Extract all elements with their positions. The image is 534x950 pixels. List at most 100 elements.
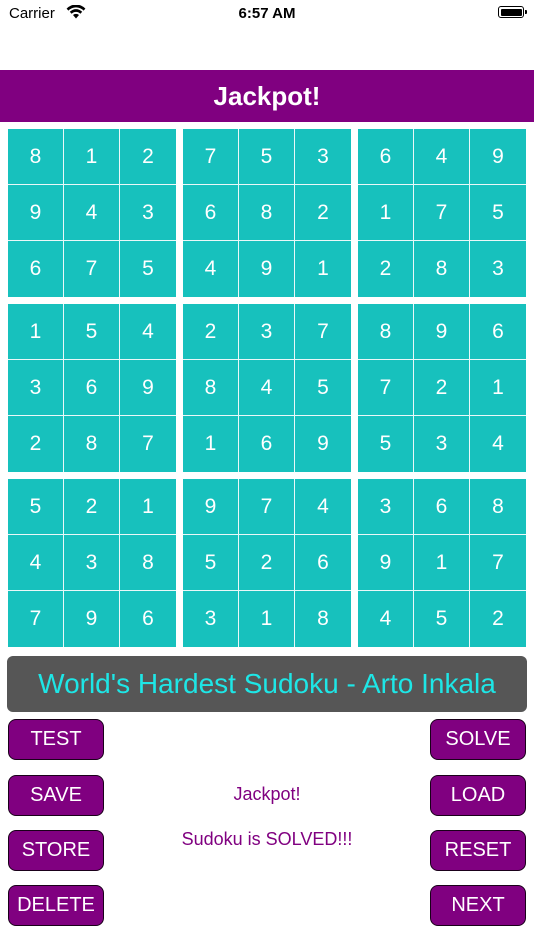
sudoku-cell[interactable]: 4 — [120, 304, 176, 360]
sudoku-cell[interactable]: 9 — [358, 535, 414, 591]
sudoku-cell[interactable]: 8 — [183, 360, 239, 416]
page-title: Jackpot! — [0, 70, 534, 122]
sudoku-cell[interactable]: 1 — [8, 304, 64, 360]
sudoku-cell[interactable]: 5 — [470, 185, 526, 241]
save-button[interactable]: SAVE — [8, 775, 104, 816]
sudoku-cell[interactable]: 4 — [8, 535, 64, 591]
sudoku-cell[interactable]: 7 — [358, 360, 414, 416]
sudoku-cell[interactable]: 8 — [64, 416, 120, 472]
status-message: Sudoku is SOLVED!!! — [181, 829, 353, 849]
sudoku-cell[interactable]: 4 — [358, 591, 414, 647]
sudoku-cell[interactable]: 9 — [239, 241, 295, 297]
sudoku-cell[interactable]: 8 — [358, 304, 414, 360]
test-button[interactable]: TEST — [8, 719, 104, 760]
clock: 6:57 AM — [238, 5, 296, 22]
sudoku-cell[interactable]: 4 — [295, 479, 351, 535]
sudoku-cell[interactable]: 9 — [8, 185, 64, 241]
sudoku-block: 812943675 — [8, 129, 176, 297]
sudoku-cell[interactable]: 1 — [295, 241, 351, 297]
sudoku-cell[interactable]: 5 — [64, 304, 120, 360]
sudoku-cell[interactable]: 2 — [8, 416, 64, 472]
sudoku-cell[interactable]: 2 — [470, 591, 526, 647]
delete-button[interactable]: DELETE — [8, 885, 104, 926]
sudoku-cell[interactable]: 6 — [183, 185, 239, 241]
sudoku-cell[interactable]: 2 — [295, 185, 351, 241]
sudoku-cell[interactable]: 2 — [120, 129, 176, 185]
sudoku-block: 974526318 — [183, 479, 351, 647]
sudoku-cell[interactable]: 9 — [120, 360, 176, 416]
reset-button[interactable]: RESET — [430, 830, 526, 871]
solve-button[interactable]: SOLVE — [430, 719, 526, 760]
sudoku-cell[interactable]: 7 — [470, 535, 526, 591]
sudoku-cell[interactable]: 6 — [120, 591, 176, 647]
sudoku-cell[interactable]: 1 — [120, 479, 176, 535]
sudoku-cell[interactable]: 1 — [239, 591, 295, 647]
sudoku-cell[interactable]: 7 — [295, 304, 351, 360]
sudoku-cell[interactable]: 3 — [239, 304, 295, 360]
sudoku-cell[interactable]: 9 — [183, 479, 239, 535]
sudoku-cell[interactable]: 5 — [358, 416, 414, 472]
sudoku-cell[interactable]: 6 — [64, 360, 120, 416]
sudoku-cell[interactable]: 6 — [358, 129, 414, 185]
sudoku-cell[interactable]: 8 — [295, 591, 351, 647]
sudoku-cell[interactable]: 7 — [120, 416, 176, 472]
sudoku-cell[interactable]: 3 — [120, 185, 176, 241]
sudoku-cell[interactable]: 7 — [8, 591, 64, 647]
sudoku-cell[interactable]: 6 — [295, 535, 351, 591]
sudoku-cell[interactable]: 8 — [120, 535, 176, 591]
sudoku-block: 154369287 — [8, 304, 176, 472]
sudoku-cell[interactable]: 3 — [183, 591, 239, 647]
sudoku-cell[interactable]: 6 — [470, 304, 526, 360]
sudoku-cell[interactable]: 2 — [239, 535, 295, 591]
sudoku-cell[interactable]: 6 — [239, 416, 295, 472]
sudoku-block: 368917452 — [358, 479, 526, 647]
sudoku-cell[interactable]: 5 — [414, 591, 470, 647]
sudoku-cell[interactable]: 8 — [8, 129, 64, 185]
sudoku-cell[interactable]: 2 — [358, 241, 414, 297]
sudoku-cell[interactable]: 7 — [183, 129, 239, 185]
sudoku-cell[interactable]: 9 — [295, 416, 351, 472]
sudoku-cell[interactable]: 5 — [8, 479, 64, 535]
sudoku-block: 753682491 — [183, 129, 351, 297]
sudoku-cell[interactable]: 3 — [295, 129, 351, 185]
sudoku-cell[interactable]: 4 — [64, 185, 120, 241]
sudoku-cell[interactable]: 1 — [183, 416, 239, 472]
sudoku-cell[interactable]: 4 — [239, 360, 295, 416]
sudoku-cell[interactable]: 6 — [414, 479, 470, 535]
sudoku-cell[interactable]: 3 — [358, 479, 414, 535]
sudoku-cell[interactable]: 7 — [64, 241, 120, 297]
sudoku-cell[interactable]: 4 — [183, 241, 239, 297]
sudoku-cell[interactable]: 9 — [414, 304, 470, 360]
store-button[interactable]: STORE — [8, 830, 104, 871]
sudoku-cell[interactable]: 3 — [470, 241, 526, 297]
sudoku-cell[interactable]: 9 — [64, 591, 120, 647]
sudoku-cell[interactable]: 5 — [183, 535, 239, 591]
sudoku-cell[interactable]: 7 — [239, 479, 295, 535]
sudoku-cell[interactable]: 2 — [183, 304, 239, 360]
sudoku-board: 8129436757536824916491752831543692872378… — [8, 129, 526, 649]
sudoku-block: 649175283 — [358, 129, 526, 297]
puzzle-name-banner: World's Hardest Sudoku - Arto Inkala — [7, 656, 527, 712]
sudoku-cell[interactable]: 8 — [470, 479, 526, 535]
sudoku-cell[interactable]: 4 — [470, 416, 526, 472]
sudoku-cell[interactable]: 8 — [414, 241, 470, 297]
sudoku-cell[interactable]: 1 — [358, 185, 414, 241]
sudoku-cell[interactable]: 2 — [64, 479, 120, 535]
sudoku-cell[interactable]: 5 — [239, 129, 295, 185]
sudoku-cell[interactable]: 1 — [64, 129, 120, 185]
sudoku-cell[interactable]: 6 — [8, 241, 64, 297]
sudoku-cell[interactable]: 3 — [8, 360, 64, 416]
sudoku-cell[interactable]: 1 — [414, 535, 470, 591]
sudoku-cell[interactable]: 5 — [295, 360, 351, 416]
sudoku-cell[interactable]: 3 — [64, 535, 120, 591]
sudoku-cell[interactable]: 2 — [414, 360, 470, 416]
sudoku-cell[interactable]: 4 — [414, 129, 470, 185]
sudoku-cell[interactable]: 1 — [470, 360, 526, 416]
sudoku-cell[interactable]: 9 — [470, 129, 526, 185]
sudoku-cell[interactable]: 5 — [120, 241, 176, 297]
next-button[interactable]: NEXT — [430, 885, 526, 926]
sudoku-cell[interactable]: 3 — [414, 416, 470, 472]
sudoku-cell[interactable]: 7 — [414, 185, 470, 241]
sudoku-cell[interactable]: 8 — [239, 185, 295, 241]
load-button[interactable]: LOAD — [430, 775, 526, 816]
